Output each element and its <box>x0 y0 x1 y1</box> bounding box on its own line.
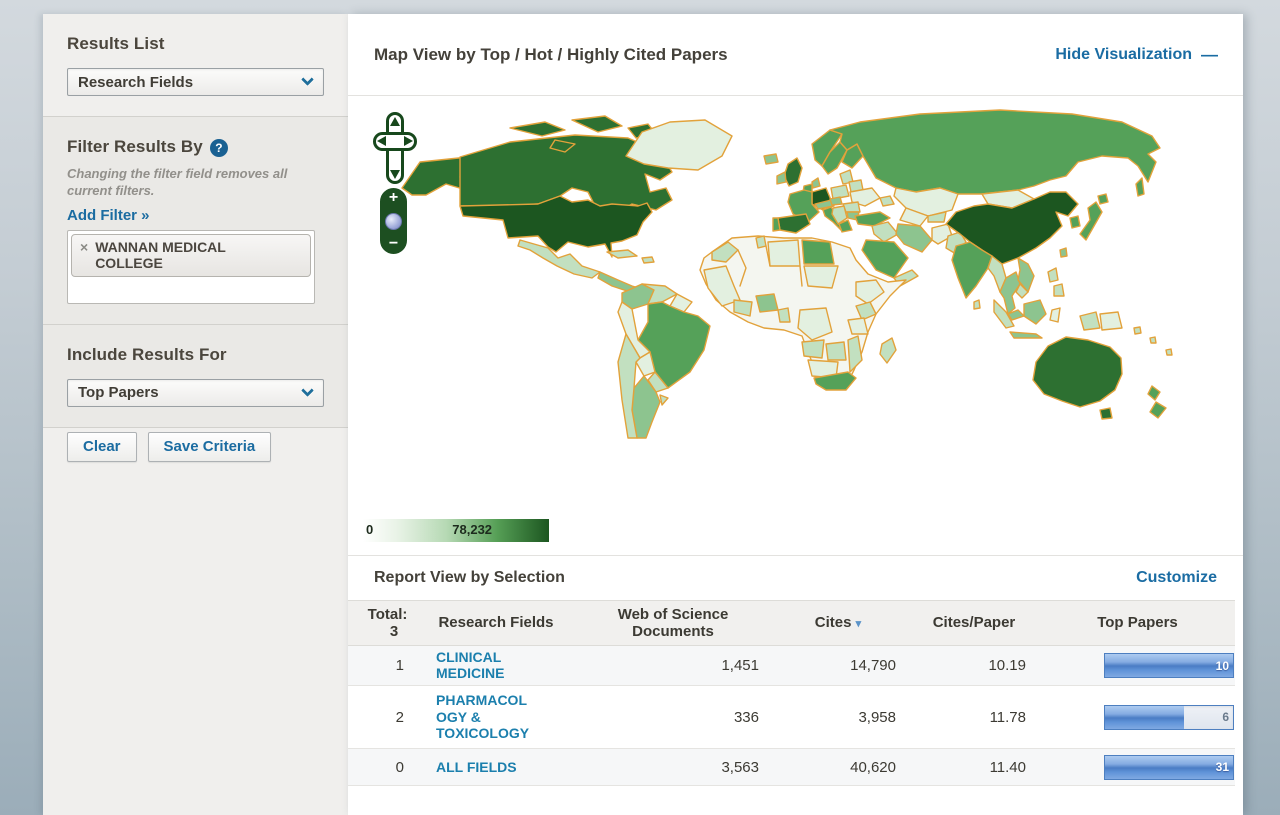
filter-tag-label: WANNAN MEDICAL COLLEGE <box>95 239 245 271</box>
include-results-dropdown[interactable]: Top Papers <box>67 379 324 407</box>
cell-wos-documents: 336 <box>578 686 768 749</box>
collapse-icon: — <box>1201 45 1217 65</box>
remove-filter-icon[interactable]: × <box>80 239 88 256</box>
sidebar-actions: Clear Save Criteria <box>43 428 348 482</box>
pan-up-arrow-icon[interactable] <box>390 117 400 126</box>
add-filter-link[interactable]: Add Filter » <box>67 207 150 224</box>
column-header-cites[interactable]: Cites ▾ <box>768 601 908 646</box>
filter-sidebar: Results List Research Fields Filter Resu… <box>43 14 348 815</box>
zoom-out-button[interactable]: − <box>389 236 398 252</box>
sort-descending-icon: ▾ <box>856 618 862 630</box>
chevron-down-icon <box>291 69 323 95</box>
filter-note: Changing the filter field removes all cu… <box>67 166 312 200</box>
customize-link[interactable]: Customize <box>1136 569 1217 587</box>
cell-top-papers: 6 <box>1040 686 1235 749</box>
results-list-dropdown[interactable]: Research Fields <box>67 68 324 96</box>
column-header-wos-documents[interactable]: Web of Science Documents <box>578 601 768 646</box>
pan-right-arrow-icon[interactable] <box>404 136 413 146</box>
column-header-total: Total: 3 <box>348 601 414 646</box>
map-zoom-control: + − <box>380 188 407 254</box>
cell-wos-documents: 3,563 <box>578 749 768 786</box>
cell-research-field: ALL FIELDS <box>414 749 578 786</box>
include-results-heading: Include Results For <box>67 345 324 365</box>
map-pan-control <box>373 112 417 184</box>
cell-top-papers: 10 <box>1040 646 1235 686</box>
top-papers-bar: 31 <box>1104 755 1234 780</box>
results-list-heading: Results List <box>67 34 324 54</box>
cell-research-field: PHARMACOLOGY & TOXICOLOGY <box>414 686 578 749</box>
continent-south-america <box>618 284 710 438</box>
cell-cites: 14,790 <box>768 646 908 686</box>
table-row: 0 ALL FIELDS 3,563 40,620 11.40 31 <box>348 749 1235 786</box>
world-choropleth-map[interactable] <box>360 100 1240 512</box>
report-view-header: Report View by Selection Customize <box>348 556 1243 600</box>
top-papers-bar: 10 <box>1104 653 1234 678</box>
research-field-link[interactable]: CLINICAL MEDICINE <box>436 649 536 683</box>
cell-rank: 2 <box>348 686 414 749</box>
cell-rank: 1 <box>348 646 414 686</box>
map-view: + − 0 78,232 <box>348 96 1243 556</box>
research-field-link[interactable]: ALL FIELDS <box>436 759 536 776</box>
research-field-link[interactable]: PHARMACOLOGY & TOXICOLOGY <box>436 692 536 742</box>
cell-cites: 3,958 <box>768 686 908 749</box>
map-color-legend: 0 78,232 <box>363 519 549 542</box>
column-header-cites-per-paper[interactable]: Cites/Paper <box>908 601 1040 646</box>
cell-cites: 40,620 <box>768 749 908 786</box>
clear-button[interactable]: Clear <box>67 432 137 462</box>
help-icon[interactable]: ? <box>210 139 228 157</box>
continent-oceania <box>1033 327 1172 419</box>
cell-rank: 0 <box>348 749 414 786</box>
results-list-section: Results List Research Fields <box>43 14 348 117</box>
active-filters-list: × WANNAN MEDICAL COLLEGE <box>67 230 315 304</box>
cell-cites-per-paper: 10.19 <box>908 646 1040 686</box>
filter-tag[interactable]: × WANNAN MEDICAL COLLEGE <box>71 234 311 277</box>
map-view-header: Map View by Top / Hot / Highly Cited Pap… <box>348 14 1243 96</box>
include-results-selected-value: Top Papers <box>68 384 291 401</box>
save-criteria-button[interactable]: Save Criteria <box>148 432 272 462</box>
table-row: 1 CLINICAL MEDICINE 1,451 14,790 10.19 1… <box>348 646 1235 686</box>
globe-reset-icon[interactable] <box>385 213 402 230</box>
bar-value: 31 <box>1216 760 1229 774</box>
zoom-in-button[interactable]: + <box>389 190 398 206</box>
top-papers-bar: 6 <box>1104 705 1234 730</box>
main-panel: Map View by Top / Hot / Highly Cited Pap… <box>348 14 1243 815</box>
table-row: 2 PHARMACOLOGY & TOXICOLOGY 336 3,958 11… <box>348 686 1235 749</box>
map-view-title: Map View by Top / Hot / Highly Cited Pap… <box>374 45 728 65</box>
report-table: Total: 3 Research Fields Web of Science … <box>348 600 1235 786</box>
bar-value: 10 <box>1216 659 1229 673</box>
pan-down-arrow-icon[interactable] <box>390 170 400 179</box>
column-header-research-fields[interactable]: Research Fields <box>414 601 578 646</box>
column-header-top-papers[interactable]: Top Papers <box>1040 601 1235 646</box>
hide-visualization-link[interactable]: Hide Visualization — <box>1055 45 1217 65</box>
include-results-section: Include Results For Top Papers <box>43 325 348 428</box>
legend-min-label: 0 <box>366 522 373 537</box>
filter-results-heading: Filter Results By <box>67 137 203 157</box>
cell-wos-documents: 1,451 <box>578 646 768 686</box>
results-list-selected-value: Research Fields <box>68 74 291 91</box>
cell-top-papers: 31 <box>1040 749 1235 786</box>
pan-left-arrow-icon[interactable] <box>377 136 386 146</box>
cell-cites-per-paper: 11.40 <box>908 749 1040 786</box>
filter-results-section: Filter Results By ? Changing the filter … <box>43 117 348 325</box>
report-view-title: Report View by Selection <box>374 569 565 587</box>
chevron-down-icon <box>291 380 323 406</box>
cell-research-field: CLINICAL MEDICINE <box>414 646 578 686</box>
cell-cites-per-paper: 11.78 <box>908 686 1040 749</box>
bar-value: 6 <box>1222 710 1229 724</box>
table-header-row: Total: 3 Research Fields Web of Science … <box>348 601 1235 646</box>
legend-max-label: 78,232 <box>452 522 492 537</box>
